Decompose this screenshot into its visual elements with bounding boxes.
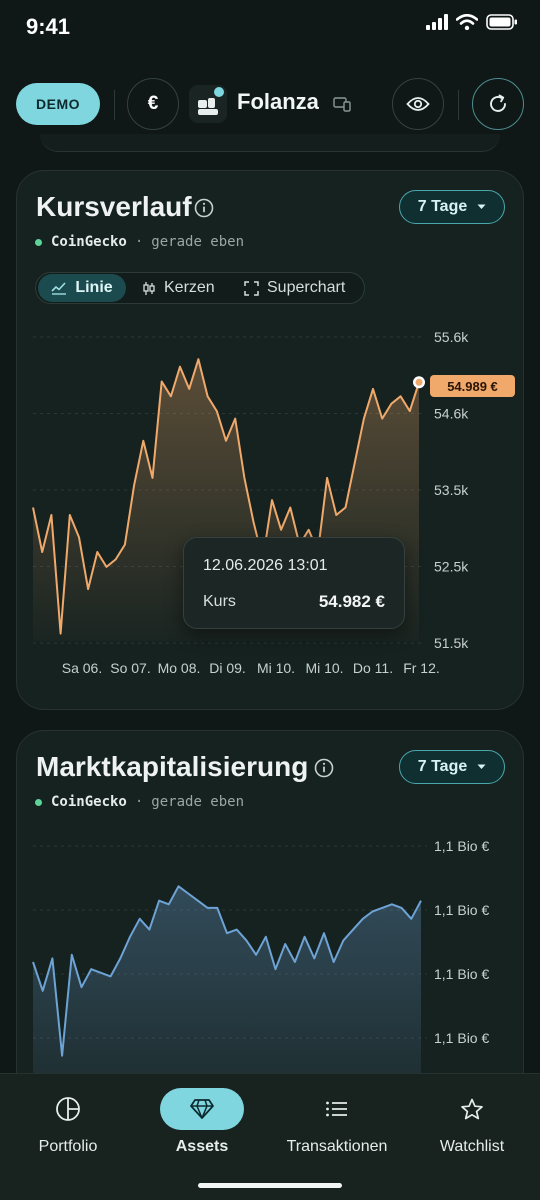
data-source: CoinGecko · gerade eben [35, 794, 244, 810]
device-icon [333, 97, 351, 112]
refresh-button[interactable] [472, 78, 524, 130]
price-chart-title: Kursverlauf [36, 191, 192, 222]
demo-mode-button[interactable]: DEMO [16, 83, 100, 125]
nav-portfolio-label: Portfolio [38, 1138, 98, 1155]
range-dropdown[interactable]: 7 Tage [399, 190, 505, 224]
wifi-icon [456, 14, 478, 30]
x-tick-label: Mo 08. [158, 660, 201, 676]
live-indicator [35, 238, 42, 246]
current-price-tag: 54.989 € [430, 375, 515, 397]
range-label: 7 Tage [417, 758, 468, 775]
marketcap-chart-title: Marktkapitalisierung [36, 751, 309, 782]
app-logo [189, 85, 227, 123]
refresh-icon [490, 94, 506, 112]
data-source: CoinGecko · gerade eben [35, 234, 244, 250]
y-tick-label: 55.6k [434, 329, 469, 345]
expand-icon [244, 280, 259, 296]
mode-candles-label: Kerzen [164, 279, 215, 296]
tooltip-label: Kurs [203, 593, 236, 610]
nav-transactions[interactable]: Transaktionen [277, 1074, 397, 1168]
app-logo-icon [198, 87, 224, 115]
nav-portfolio[interactable]: Portfolio [18, 1074, 118, 1168]
x-tick-label: So 07. [110, 660, 150, 676]
header-divider [458, 90, 459, 120]
x-tick-label: Mi 10. [305, 660, 343, 676]
x-tick-label: Do 11. [353, 660, 393, 676]
status-time: 9:41 [26, 14, 71, 39]
x-tick-label: Mi 10. [257, 660, 295, 676]
y-tick-label: 1,1 Bio € [434, 902, 489, 918]
source-name: CoinGecko [51, 234, 127, 250]
x-tick-label: Fr 12. [403, 660, 440, 676]
source-name: CoinGecko [51, 794, 127, 810]
updated-time: gerade eben [151, 234, 245, 250]
status-bar: 9:41 [0, 0, 540, 56]
signal-icon [426, 14, 448, 30]
updated-time: gerade eben [151, 794, 245, 810]
price-chart-card: Kursverlauf 7 Tage CoinGecko · gerade eb… [16, 170, 524, 710]
y-tick-label: 52.5k [434, 559, 469, 575]
candles-icon [143, 281, 155, 295]
mode-line-tab[interactable]: Linie [38, 274, 126, 302]
source-separator: · [134, 234, 144, 250]
x-tick-label: Di 09. [209, 660, 246, 676]
nav-transactions-label: Transaktionen [286, 1138, 388, 1155]
chart-mode-switch: Linie Kerzen Superchart [35, 272, 365, 304]
mode-superchart-label: Superchart [267, 279, 346, 296]
line-chart-icon [51, 282, 67, 295]
y-tick-label: 51.5k [434, 635, 469, 651]
live-indicator [35, 798, 42, 806]
battery-icon [486, 14, 517, 30]
nav-assets-label: Assets [175, 1138, 229, 1155]
currency-button[interactable]: € [127, 78, 179, 130]
previous-card-edge [40, 134, 500, 152]
tooltip-value: 54.982 € [318, 592, 385, 611]
app-name: Folanza [237, 89, 319, 114]
toggle-visibility-button[interactable] [392, 78, 444, 130]
nav-watchlist[interactable]: Watchlist [422, 1074, 522, 1168]
info-icon[interactable] [314, 758, 334, 778]
y-tick-label: 53.5k [434, 482, 469, 498]
mode-candles-tab[interactable]: Kerzen [142, 274, 215, 302]
y-tick-label: 1,1 Bio € [434, 838, 489, 854]
x-tick-label: Sa 06. [62, 660, 102, 676]
chart-tooltip: 12.06.2026 13:01 Kurs 54.982 € [183, 537, 405, 629]
nav-assets[interactable]: Assets [152, 1074, 252, 1168]
header-divider [114, 90, 115, 120]
y-tick-label: 1,1 Bio € [434, 1030, 489, 1046]
caret-down-icon [477, 764, 486, 769]
last-point-dot [415, 378, 423, 386]
star-icon [461, 1098, 483, 1119]
diamond-icon [190, 1099, 214, 1119]
source-separator: · [134, 794, 144, 810]
range-dropdown[interactable]: 7 Tage [399, 750, 505, 784]
range-label: 7 Tage [417, 198, 468, 215]
home-indicator [198, 1183, 342, 1188]
tooltip-date: 12.06.2026 13:01 [203, 557, 328, 574]
mode-line-label: Linie [75, 279, 113, 296]
caret-down-icon [477, 204, 486, 209]
status-icons [426, 14, 518, 30]
y-tick-label: 1,1 Bio € [434, 966, 489, 982]
eye-icon [406, 97, 430, 111]
nav-watchlist-label: Watchlist [439, 1138, 505, 1155]
bottom-navigation: Portfolio Assets Transaktionen Watchlist [0, 1073, 540, 1200]
info-icon[interactable] [194, 198, 214, 218]
y-tick-label: 54.6k [434, 406, 469, 422]
list-icon [326, 1101, 347, 1117]
pie-chart-icon [56, 1097, 80, 1121]
mode-superchart-tab[interactable]: Superchart [244, 274, 345, 302]
